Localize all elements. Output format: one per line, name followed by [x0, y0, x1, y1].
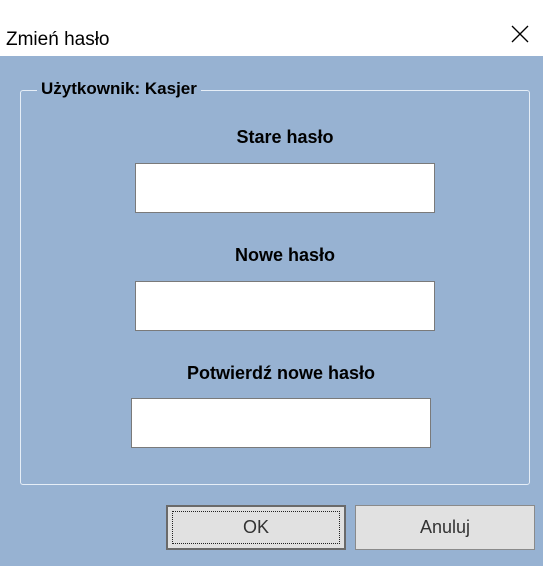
confirm-password-input[interactable]: [131, 398, 431, 448]
ok-button[interactable]: OK: [166, 505, 346, 550]
cancel-button-label: Anuluj: [419, 517, 471, 537]
cancel-button[interactable]: Anuluj: [355, 505, 535, 550]
close-icon: [511, 25, 529, 43]
confirm-password-label: Potwierdź nowe hasło: [186, 363, 376, 383]
old-password-label: Stare hasło: [236, 127, 334, 147]
new-password-input[interactable]: [135, 281, 435, 331]
user-legend: Użytkownik: Kasjer: [37, 79, 201, 99]
change-password-dialog: Zmień hasło Użytkownik: Kasjer Stare has…: [0, 0, 543, 566]
focus-ring: [172, 511, 340, 544]
old-password-input[interactable]: [135, 163, 435, 213]
window-title: Zmień hasło: [6, 29, 110, 50]
title-bar[interactable]: Zmień hasło: [0, 0, 543, 56]
close-button[interactable]: [497, 19, 543, 49]
new-password-label: Nowe hasło: [234, 245, 336, 265]
